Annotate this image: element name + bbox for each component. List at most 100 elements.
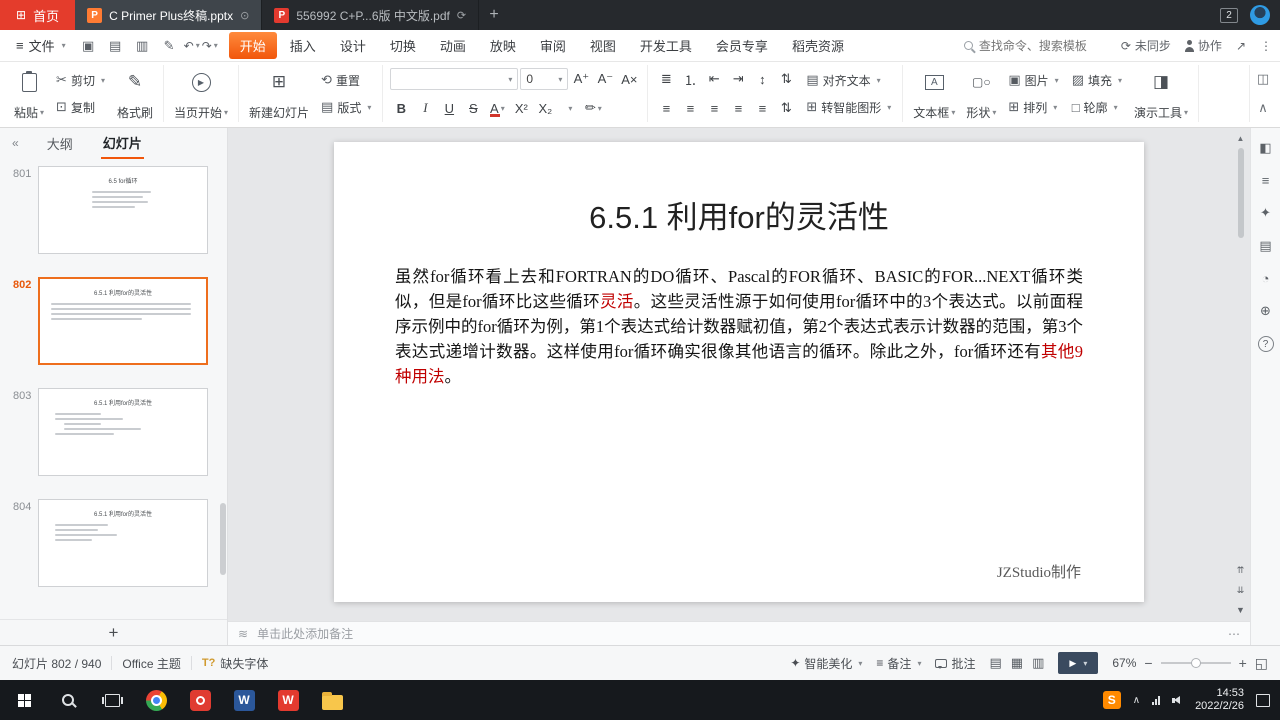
notes-bar[interactable]: ≋ 单击此处添加备注 ⋯	[228, 621, 1250, 645]
align-text-button[interactable]: ▤ 对齐文本 ▾	[802, 68, 895, 92]
redo-button[interactable]: ↷ ▾	[202, 39, 218, 53]
paragraph-spacing-button[interactable]: ⇅	[775, 97, 797, 119]
tray-expand-icon[interactable]: ∧	[1133, 695, 1140, 706]
properties-tool-icon[interactable]: ◧	[1259, 140, 1271, 156]
wps-app-button[interactable]: W	[266, 680, 310, 720]
tab-slides[interactable]: 幻灯片	[100, 128, 144, 159]
ribbon-tab-member[interactable]: 会员专享	[705, 32, 779, 59]
more-menu-button[interactable]: ⋮	[1260, 39, 1272, 53]
zoom-percent[interactable]: 67%	[1112, 656, 1136, 670]
paste-button[interactable]: 粘贴 ▾	[11, 65, 47, 122]
help-icon[interactable]: ?	[1257, 336, 1274, 352]
user-avatar[interactable]	[1250, 5, 1270, 25]
new-slide-button[interactable]: ⊞ 新建幻灯片	[246, 65, 312, 122]
smart-beautify-button[interactable]: ✦ 智能美化 ▾	[790, 655, 862, 672]
print-button[interactable]: ▥	[130, 38, 155, 54]
new-tab-button[interactable]: +	[479, 0, 509, 30]
align-left-button[interactable]: ≡	[655, 97, 677, 119]
document-tab-pptx[interactable]: P C Primer Plus终稿.pptx ⊙	[75, 0, 263, 30]
theme-name[interactable]: Office 主题	[122, 655, 180, 672]
slide-sorter-view-button[interactable]: ▦	[1011, 655, 1023, 671]
slide-canvas[interactable]: 6.5.1 利用for的灵活性 虽然for循环看上去和FORTRAN的DO循环、…	[228, 128, 1250, 621]
add-slide-button[interactable]: +	[0, 619, 227, 645]
decrease-indent-button[interactable]: ⇤	[703, 68, 725, 90]
ribbon-tab-animation[interactable]: 动画	[429, 32, 477, 59]
strikethrough-button[interactable]: S	[462, 97, 484, 119]
start-button[interactable]	[2, 680, 46, 720]
red-app-button[interactable]	[178, 680, 222, 720]
ribbon-tab-transitions[interactable]: 切换	[379, 32, 427, 59]
task-view-button[interactable]	[90, 680, 134, 720]
file-menu[interactable]: ≡ 文件 ▾	[8, 36, 74, 55]
play-from-current-button[interactable]: ▶ 当页开始 ▾	[171, 65, 231, 122]
clear-format-button[interactable]: A×	[618, 68, 640, 90]
reset-slide-button[interactable]: ⟲ 重置	[317, 68, 375, 92]
home-button[interactable]: ⊞ 首页	[0, 0, 76, 30]
ribbon-tab-design[interactable]: 设计	[329, 32, 377, 59]
outline-button[interactable]: □ 轮廓 ▾	[1068, 95, 1126, 119]
chrome-app-button[interactable]	[134, 680, 178, 720]
presentation-tools-button[interactable]: ◨ 演示工具 ▾	[1131, 65, 1191, 122]
subscript-button[interactable]: X₂	[534, 97, 556, 119]
document-tab-pdf[interactable]: P 556992 C+P...6版 中文版.pdf ⟳	[262, 0, 480, 30]
format-brush-button[interactable]: ✎	[157, 38, 182, 54]
align-center-button[interactable]: ≡	[679, 97, 701, 119]
network-icon[interactable]	[1152, 695, 1161, 705]
notes-more-icon[interactable]: ⋯	[1228, 627, 1240, 641]
layout-tool-icon[interactable]: ▤	[1259, 238, 1271, 254]
decrease-font-button[interactable]: A⁻	[594, 68, 616, 90]
outline-tool-icon[interactable]: ≡	[1262, 173, 1270, 188]
search-input[interactable]	[978, 38, 1107, 53]
next-slide-button[interactable]: ⇊	[1237, 585, 1245, 596]
command-search[interactable]	[963, 38, 1107, 53]
increase-font-button[interactable]: A⁺	[570, 68, 592, 90]
collaborate-button[interactable]: 协作	[1184, 37, 1222, 54]
line-spacing-button[interactable]: ⇅	[775, 68, 797, 90]
cut-button[interactable]: ✂ 剪切 ▾	[52, 68, 109, 92]
fit-to-window-button[interactable]: ◱	[1255, 655, 1268, 672]
canvas-scrollbar-thumb[interactable]	[1237, 148, 1244, 238]
ribbon-tab-view[interactable]: 视图	[579, 32, 627, 59]
copy-button[interactable]: ⊡ 复制	[52, 95, 109, 119]
word-app-button[interactable]: W	[222, 680, 266, 720]
text-direction-button[interactable]: ↕	[751, 68, 773, 90]
italic-button[interactable]: I	[414, 97, 436, 119]
picture-button[interactable]: ▣ 图片 ▾	[1004, 68, 1062, 92]
slide-credit[interactable]: JZStudio制作	[997, 561, 1081, 582]
superscript-button[interactable]: X²	[510, 97, 532, 119]
justify-button[interactable]: ≡	[727, 97, 749, 119]
file-explorer-button[interactable]	[310, 680, 354, 720]
volume-icon[interactable]	[1172, 695, 1183, 706]
font-size-select[interactable]: 0 ▾	[520, 68, 569, 90]
undo-button[interactable]: ↶ ▾	[184, 39, 200, 53]
animation-tool-icon[interactable]: ◔	[1262, 271, 1270, 286]
scroll-down-icon[interactable]: ▼	[1236, 605, 1245, 615]
play-slideshow-button[interactable]: ▶ ▾	[1058, 652, 1099, 674]
ribbon-tab-review[interactable]: 审阅	[529, 32, 577, 59]
task-pane-toggle[interactable]: ◫	[1252, 68, 1274, 90]
slide-body-text[interactable]: 虽然for循环看上去和FORTRAN的DO循环、Pascal的FOR循环、BAS…	[395, 264, 1083, 389]
previous-slide-button[interactable]: ⇈	[1237, 565, 1245, 576]
fill-button[interactable]: ▨ 填充 ▾	[1068, 68, 1126, 92]
collapse-ribbon-button[interactable]: ∧	[1252, 97, 1274, 119]
font-color-button[interactable]: A ▾	[486, 97, 508, 119]
taskbar-search-button[interactable]	[46, 680, 90, 720]
ribbon-tab-docer[interactable]: 稻壳资源	[781, 32, 855, 59]
save-button[interactable]: ▣	[76, 38, 101, 54]
font-name-select[interactable]: ▾	[390, 68, 519, 90]
textbox-button[interactable]: A 文本框 ▾	[910, 65, 958, 122]
action-center-icon[interactable]	[1256, 693, 1270, 707]
normal-view-button[interactable]: ▤	[989, 655, 1001, 671]
collapse-panel-icon[interactable]: «	[12, 136, 19, 150]
zoom-slider-knob[interactable]	[1191, 658, 1202, 668]
tab-outline[interactable]: 大纲	[45, 129, 75, 158]
bullet-list-button[interactable]: ≣	[655, 68, 677, 90]
convert-smartart-button[interactable]: ⊞ 转智能图形 ▾	[802, 95, 895, 119]
export-button[interactable]: ▤	[103, 38, 128, 54]
align-right-button[interactable]: ≡	[703, 97, 725, 119]
tab-refresh-icon[interactable]: ⟳	[457, 9, 466, 22]
text-effect-button[interactable]: ▾	[558, 97, 580, 119]
clock[interactable]: 14:53 2022/2/26	[1195, 687, 1244, 713]
ribbon-tab-developer[interactable]: 开发工具	[629, 32, 703, 59]
zoom-out-button[interactable]: −	[1144, 655, 1152, 671]
